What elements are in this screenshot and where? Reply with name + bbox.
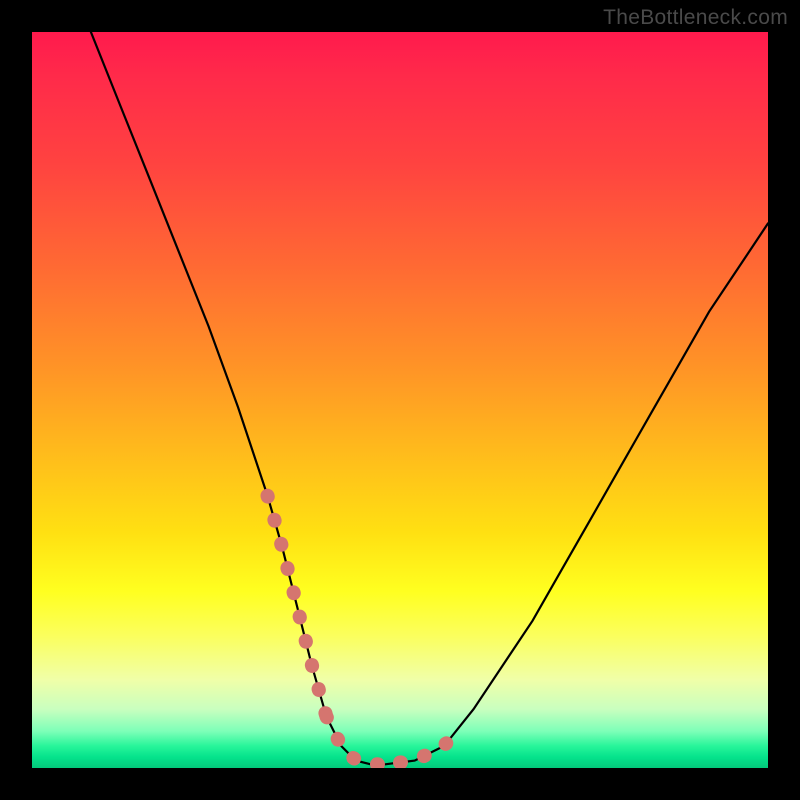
plot-area: [32, 32, 768, 768]
highlight-markers: [268, 496, 459, 765]
watermark-text: TheBottleneck.com: [603, 6, 788, 30]
right-marker: [400, 728, 459, 763]
curve-layer: [32, 32, 768, 768]
floor-marker: [326, 717, 400, 765]
bottleneck-curve: [91, 32, 768, 764]
chart-frame: TheBottleneck.com: [0, 0, 800, 800]
